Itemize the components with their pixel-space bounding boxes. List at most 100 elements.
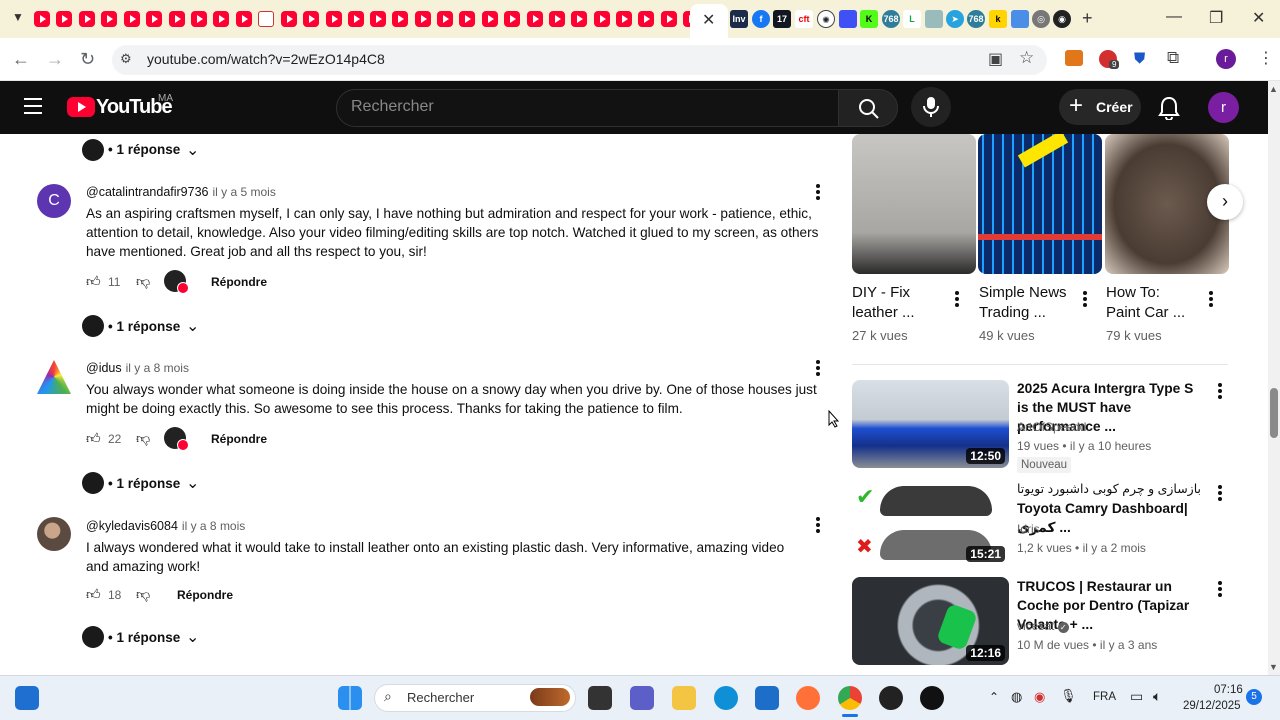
site-info-icon[interactable]: ⚙ bbox=[120, 51, 132, 67]
youtube-logo-icon[interactable] bbox=[67, 97, 95, 117]
comment-avatar[interactable] bbox=[37, 517, 71, 551]
short-title[interactable]: Simple News Trading ... bbox=[979, 283, 1067, 323]
tray-app-icon[interactable]: ◉ bbox=[1034, 689, 1045, 705]
view-replies-button[interactable]: • 1 réponse bbox=[108, 319, 180, 334]
scroll-down-arrow-icon[interactable]: ▼ bbox=[1269, 662, 1278, 672]
clock-time[interactable]: 07:16 bbox=[1214, 684, 1243, 696]
chevron-down-icon[interactable]: ⌄ bbox=[186, 627, 199, 647]
store-icon[interactable] bbox=[755, 686, 779, 710]
tab-favicon-youtube[interactable] bbox=[303, 11, 319, 27]
tab-favicon-circle[interactable]: ◉ bbox=[1053, 10, 1071, 28]
language-indicator[interactable]: FRA bbox=[1093, 691, 1116, 703]
short-more-icon[interactable] bbox=[1209, 291, 1213, 307]
comment-author[interactable]: @catalintrandafir9736 il y a 5 mois bbox=[86, 185, 276, 199]
comment-more-icon[interactable] bbox=[816, 360, 820, 376]
shield-extension-icon[interactable]: ⛊ bbox=[1134, 50, 1145, 67]
edge-browser-icon[interactable] bbox=[714, 686, 738, 710]
start-windows-icon[interactable] bbox=[338, 686, 362, 710]
tab-favicon-youtube[interactable] bbox=[169, 11, 185, 27]
tab-favicon-youtube[interactable] bbox=[661, 11, 677, 27]
tab-favicon-768[interactable]: 768 bbox=[882, 10, 900, 28]
profile-avatar[interactable]: r bbox=[1216, 49, 1236, 69]
tab-favicon-ftmo[interactable]: cft bbox=[795, 10, 813, 28]
tab-favicon-youtube[interactable] bbox=[146, 11, 162, 27]
comment-author[interactable]: @kyledavis6084 il y a 8 mois bbox=[86, 519, 245, 533]
chevron-down-icon[interactable]: ⌄ bbox=[186, 473, 199, 493]
comment-more-icon[interactable] bbox=[816, 517, 820, 533]
tab-favicon-facebook[interactable]: f bbox=[752, 10, 770, 28]
tab-favicon-youtube[interactable] bbox=[504, 11, 520, 27]
clock-date[interactable]: 29/12/2025 bbox=[1183, 700, 1241, 712]
short-thumbnail[interactable] bbox=[852, 134, 976, 274]
video-channel[interactable]: Idris bbox=[1017, 522, 1040, 536]
tab-favicon-chatgpt[interactable]: ✺ bbox=[817, 10, 835, 28]
tab-favicon-youtube[interactable] bbox=[571, 11, 587, 27]
install-app-icon[interactable]: ▣ bbox=[988, 49, 1003, 69]
tab-favicon-grid[interactable] bbox=[925, 10, 943, 28]
tab-favicon-youtube[interactable] bbox=[236, 11, 252, 27]
comment-more-icon[interactable] bbox=[816, 184, 820, 200]
scroll-up-arrow-icon[interactable]: ▲ bbox=[1269, 84, 1278, 94]
tab-favicon-k[interactable]: K bbox=[860, 10, 878, 28]
video-thumbnail[interactable]: 12:16 bbox=[852, 577, 1009, 665]
tab-favicon-youtube[interactable] bbox=[392, 11, 408, 27]
tray-display-icon[interactable]: ▭ bbox=[1130, 688, 1143, 705]
voice-search-button[interactable] bbox=[911, 87, 951, 127]
bookmark-star-icon[interactable]: ☆ bbox=[1019, 48, 1034, 68]
tab-favicon-768-2[interactable]: 768 bbox=[967, 10, 985, 28]
video-channel[interactable]: vicesat ✓ bbox=[1017, 619, 1069, 633]
comment-author[interactable]: @idus il y a 8 mois bbox=[86, 361, 189, 375]
tray-microphone-icon[interactable]: 🎙︎ bbox=[1060, 688, 1077, 704]
chevron-down-icon[interactable]: ⌄ bbox=[186, 316, 199, 336]
url-text[interactable]: youtube.com/watch?v=2wEzO14p4C8 bbox=[147, 51, 385, 67]
tab-favicon-youtube[interactable] bbox=[56, 11, 72, 27]
short-title[interactable]: How To: Paint Car ... bbox=[1106, 283, 1185, 323]
forward-button[interactable]: → bbox=[46, 49, 64, 70]
search-button[interactable] bbox=[838, 89, 898, 127]
tab-favicon-youtube[interactable] bbox=[101, 11, 117, 27]
tab-favicon-youtube[interactable] bbox=[616, 11, 632, 27]
tab-favicon-k-yellow[interactable]: k bbox=[989, 10, 1007, 28]
scrollbar-thumb[interactable] bbox=[1270, 388, 1278, 438]
close-window-button[interactable]: ✕ bbox=[1252, 8, 1265, 28]
tiktok-icon[interactable] bbox=[920, 686, 944, 710]
widgets-icon[interactable] bbox=[15, 686, 39, 710]
tab-favicon-youtube[interactable] bbox=[527, 11, 543, 27]
dislike-button[interactable]: 👎︎ bbox=[136, 273, 150, 290]
video-title[interactable]: بازسازی و چرم کوبی داشبورد تویوتا Toyota… bbox=[1017, 480, 1207, 537]
comment-avatar[interactable]: C bbox=[37, 184, 71, 218]
teams-icon[interactable] bbox=[630, 686, 654, 710]
tab-favicon-youtube[interactable] bbox=[370, 11, 386, 27]
video-thumbnail[interactable]: 12:50 bbox=[852, 380, 1009, 468]
view-replies-button[interactable]: • 1 réponse bbox=[108, 630, 180, 645]
reply-button[interactable]: Répondre bbox=[211, 432, 267, 446]
tab-favicon-tradingview[interactable]: 17 bbox=[773, 10, 791, 28]
tab-favicon-youtube[interactable] bbox=[415, 11, 431, 27]
new-tab-button[interactable]: + bbox=[1082, 8, 1093, 29]
tab-favicon-bars[interactable] bbox=[1011, 10, 1029, 28]
file-explorer-icon[interactable] bbox=[672, 686, 696, 710]
reply-button[interactable]: Répondre bbox=[177, 588, 233, 602]
tab-favicon-app-purple[interactable] bbox=[839, 10, 857, 28]
tab-favicon-youtube[interactable] bbox=[594, 11, 610, 27]
short-title[interactable]: DIY - Fix leather ... bbox=[852, 283, 915, 323]
chatgpt-icon[interactable] bbox=[879, 686, 903, 710]
comment-time[interactable]: il y a 5 mois bbox=[213, 185, 276, 199]
dislike-button[interactable]: 👎︎ bbox=[136, 430, 150, 447]
tab-favicon-youtube[interactable] bbox=[191, 11, 207, 27]
like-button[interactable]: 👍︎ bbox=[86, 273, 101, 290]
tab-favicon-youtube[interactable] bbox=[437, 11, 453, 27]
tab-favicon-youtube[interactable] bbox=[482, 11, 498, 27]
tab-favicon-youtube[interactable] bbox=[34, 11, 50, 27]
shorts-next-button[interactable]: › bbox=[1207, 184, 1243, 220]
notifications-bell-icon[interactable] bbox=[1158, 96, 1180, 125]
video-more-icon[interactable] bbox=[1218, 581, 1222, 597]
short-thumbnail[interactable] bbox=[978, 134, 1102, 274]
minimize-button[interactable]: — bbox=[1166, 8, 1182, 26]
chevron-down-icon[interactable]: ⌄ bbox=[186, 140, 199, 160]
tab-favicon-youtube[interactable] bbox=[79, 11, 95, 27]
tab-favicon-n[interactable] bbox=[258, 11, 274, 27]
reload-button[interactable]: ↻ bbox=[80, 49, 95, 70]
account-avatar[interactable]: r bbox=[1208, 92, 1239, 123]
tab-favicon-youtube[interactable] bbox=[281, 11, 297, 27]
